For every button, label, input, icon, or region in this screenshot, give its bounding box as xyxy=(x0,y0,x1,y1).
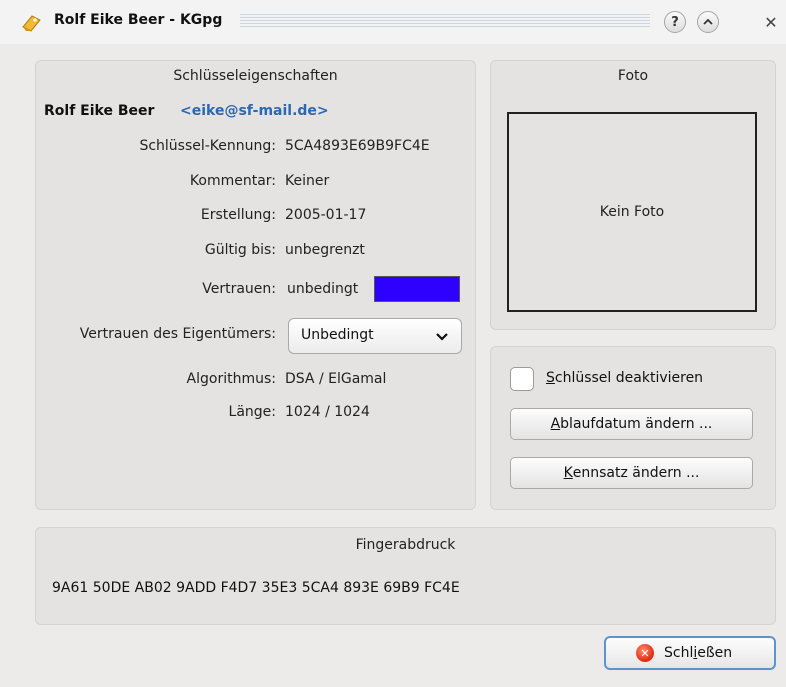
disable-key-accel: S xyxy=(546,370,555,386)
chevron-up-icon xyxy=(703,18,713,25)
close-button[interactable]: ✕ Schließen xyxy=(604,636,776,670)
key-id-label: Schlüssel-Kennung: xyxy=(139,138,276,154)
disable-key-label[interactable]: Schlüssel deaktivieren xyxy=(546,370,703,386)
close-label-post: eßen xyxy=(697,645,733,661)
algorithm-label: Algorithmus: xyxy=(186,371,276,387)
disable-key-checkbox[interactable] xyxy=(510,367,534,391)
title-bar[interactable]: Rolf Eike Beer - KGpg ? ✕ xyxy=(0,0,786,44)
title-bar-decoration xyxy=(240,14,650,28)
help-icon: ? xyxy=(671,14,679,30)
creation-value: 2005-01-17 xyxy=(285,207,367,223)
minimize-button[interactable] xyxy=(697,11,719,33)
change-passphrase-button[interactable]: Kennsatz ändern ... xyxy=(510,457,753,489)
trust-value: unbedingt xyxy=(287,281,359,297)
owner-trust-select[interactable]: Unbedingt xyxy=(288,318,462,354)
disable-key-text: chlüssel deaktivieren xyxy=(554,370,704,386)
close-circle-icon: ✕ xyxy=(636,644,654,662)
owner-trust-label: Vertrauen des Eigentümers: xyxy=(79,326,276,342)
key-properties-dialog: Rolf Eike Beer - KGpg ? ✕ Schlüsseleigen… xyxy=(0,0,786,687)
trust-color-swatch xyxy=(374,276,460,302)
help-button[interactable]: ? xyxy=(664,11,686,33)
length-label: Länge: xyxy=(228,404,276,420)
change-expiry-button[interactable]: Ablaufdatum ändern ... xyxy=(510,408,753,440)
comment-label: Kommentar: xyxy=(189,173,276,189)
fingerprint-value: 9A61 50DE AB02 9ADD F4D7 35E3 5CA4 893E … xyxy=(52,580,460,596)
key-owner-email[interactable]: <eike@sf-mail.de> xyxy=(180,103,329,119)
chevron-down-icon xyxy=(436,333,448,341)
expiry-value: unbegrenzt xyxy=(285,242,365,258)
key-owner-name: Rolf Eike Beer xyxy=(44,103,155,119)
change-passphrase-text: ennsatz ändern ... xyxy=(572,465,700,481)
key-id-value: 5CA4893E69B9FC4E xyxy=(285,138,430,154)
algorithm-value: DSA / ElGamal xyxy=(285,371,387,387)
close-label-pre: Schl xyxy=(664,645,694,661)
creation-label: Erstellung: xyxy=(200,207,276,223)
fingerprint-title: Fingerabdruck xyxy=(355,537,456,553)
fingerprint-group: Fingerabdruck xyxy=(35,527,776,625)
kgpg-app-icon xyxy=(22,15,41,32)
length-value: 1024 / 1024 xyxy=(285,404,370,420)
close-button-label: Schließen xyxy=(664,645,732,661)
close-icon: ✕ xyxy=(764,12,778,32)
owner-trust-selected-value: Unbedingt xyxy=(301,327,374,343)
photo-group-title: Foto xyxy=(617,68,649,84)
comment-value: Keiner xyxy=(285,173,330,189)
close-window-button[interactable]: ✕ xyxy=(760,11,782,33)
expiry-label: Gültig bis: xyxy=(204,242,276,258)
trust-label: Vertrauen: xyxy=(202,281,276,297)
window-title: Rolf Eike Beer - KGpg xyxy=(54,12,223,28)
change-expiry-accel: A xyxy=(550,416,561,432)
no-photo-placeholder: Kein Foto xyxy=(599,204,665,220)
key-properties-title: Schlüsseleigenschaften xyxy=(173,68,338,84)
change-passphrase-accel: K xyxy=(563,465,573,481)
change-expiry-text: blaufdatum ändern ... xyxy=(560,416,713,432)
photo-frame: Kein Foto xyxy=(507,112,757,312)
